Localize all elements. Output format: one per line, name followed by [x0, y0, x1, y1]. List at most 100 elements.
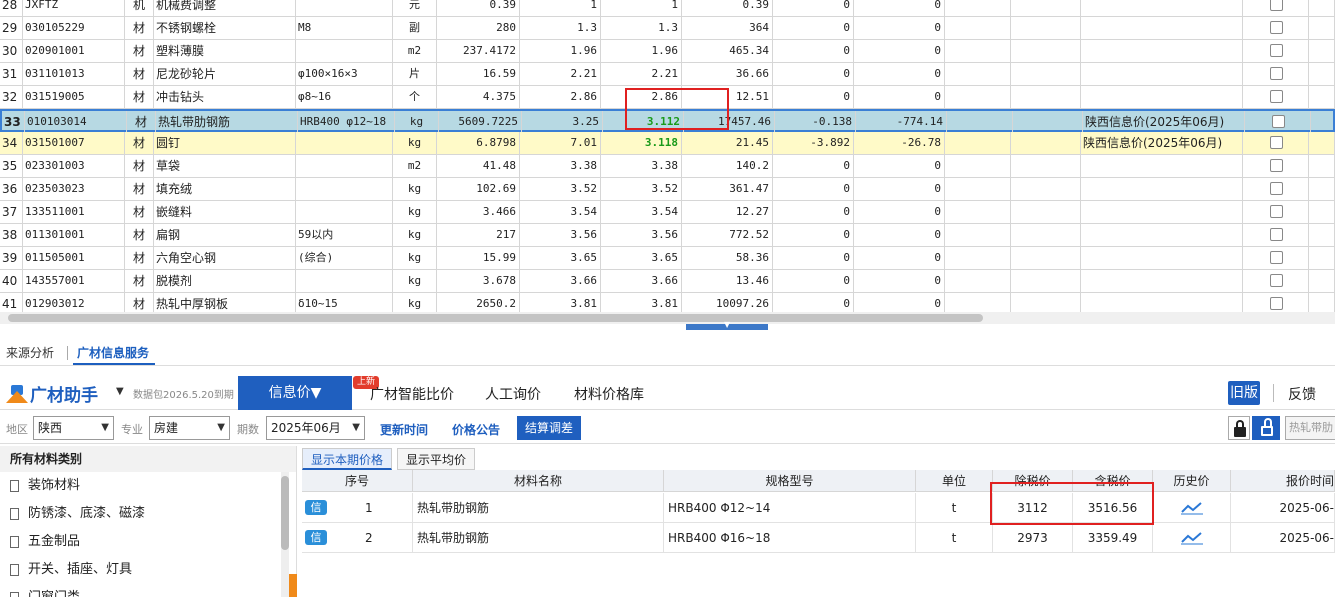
lock-icon[interactable] [1228, 416, 1250, 440]
trend-chart-icon[interactable] [1181, 531, 1203, 545]
grid-row[interactable]: 32 031519005 材冲击钻头 φ8~16 个 4.375 2.86 2.86 12.51… [0, 86, 1335, 109]
category-label: 装饰材料 [28, 478, 81, 493]
cell-note [1081, 40, 1243, 62]
grid-row[interactable]: 30 020901001 材塑料薄膜 m2 237.4172 1.96 1.96 465.34… [0, 40, 1335, 63]
grid-row[interactable]: 28 JXFTZ 机机械费调整元 0.39 1 1 0.39 0 0 [0, 0, 1335, 17]
cell-cls: 材 [125, 40, 154, 62]
grid-row[interactable]: 31 031101013 材尼龙砂轮片 φ100×16×3 片 16.59 2.21 2.21… [0, 63, 1335, 86]
category-item[interactable]: 五金制品 [0, 528, 296, 556]
cell-x1 [947, 111, 1013, 133]
cell-name: 热轧中厚钢板 [154, 293, 296, 312]
cell-no: 31 [0, 63, 23, 85]
cell-name: 塑料薄膜 [154, 40, 296, 62]
cell-p1: 7.01 [520, 132, 601, 154]
row-checkbox[interactable] [1270, 251, 1283, 264]
logo-text: 广材助手 [30, 385, 98, 406]
cell-cls: 材 [125, 132, 154, 154]
document-icon [10, 508, 19, 520]
row-checkbox[interactable] [1270, 21, 1283, 34]
grid-row[interactable]: 29 030105229 材不锈钢螺栓 M8 副 280 1.3 1.3 364 0 0 [0, 17, 1335, 40]
cell-code: JXFTZ [23, 0, 125, 16]
cell-p2: 1.3 [601, 17, 682, 39]
tab-source-analysis[interactable]: 来源分析 [6, 344, 54, 361]
row-checkbox[interactable] [1272, 115, 1285, 128]
row-checkbox[interactable] [1270, 44, 1283, 57]
filter-bar: 地区 陕西 ▼ 专业 房建 ▼ 期数 2025年06月 ▼ 更新时间 价格公告 结算调… [0, 412, 1335, 444]
category-scrollbar[interactable] [281, 472, 289, 597]
row-checkbox[interactable] [1270, 228, 1283, 241]
seq-number: 2 [365, 531, 373, 545]
row-checkbox[interactable] [1270, 182, 1283, 195]
cell-x4 [1309, 63, 1335, 85]
row-checkbox[interactable] [1270, 136, 1283, 149]
trend-chart-icon[interactable] [1181, 501, 1203, 515]
logo-dropdown-icon[interactable]: ▼ [116, 386, 124, 397]
scrollbar-thumb[interactable] [281, 476, 289, 550]
price-notice-button[interactable]: 价格公告 [452, 421, 500, 438]
category-item[interactable]: 装饰材料 [0, 472, 296, 500]
update-time-button[interactable]: 更新时间 [380, 421, 428, 438]
seq-number: 1 [365, 501, 373, 515]
grid-row[interactable]: 33 010103014 材热轧带肋钢筋 HRB400 φ12~18 kg 5609.72… [0, 109, 1335, 133]
cell-x1 [945, 293, 1011, 312]
period-select[interactable]: 2025年06月 ▼ [266, 416, 365, 440]
cell-no: 29 [0, 17, 23, 39]
cell-unit: m2 [393, 40, 437, 62]
grid-row[interactable]: 39 011505001 材六角空心钢 (综合) kg 15.99 3.65 3.65 58.3… [0, 247, 1335, 270]
cell-no: 38 [0, 224, 23, 246]
major-select[interactable]: 房建 ▼ [149, 416, 230, 440]
cell-p1: 3.81 [520, 293, 601, 312]
cell-d2: 0 [854, 270, 945, 292]
grid-row[interactable]: 34 031501007 材圆钉 kg 6.8798 7.01 3.118 21.45 -3.8… [0, 132, 1335, 155]
grid-row[interactable]: 37 133511001 材嵌缝料 kg 3.466 3.54 3.54 12.27 0 0 [0, 201, 1335, 224]
category-item[interactable]: 门窗门类 [0, 584, 296, 597]
menu-smart-compare[interactable]: 广材智能比价 [370, 384, 454, 404]
tab-average-price[interactable]: 显示平均价 [397, 448, 476, 470]
search-input[interactable]: 热轧带肋 [1285, 416, 1335, 440]
price-cell-history[interactable] [1153, 523, 1231, 553]
cell-amt: 12.27 [682, 201, 773, 223]
grid-row[interactable]: 36 023503023 材填充绒 kg 102.69 3.52 3.52 361.47 0 0 [0, 178, 1335, 201]
row-checkbox[interactable] [1270, 67, 1283, 80]
region-select[interactable]: 陕西 ▼ [33, 416, 114, 440]
cell-x2 [1011, 201, 1081, 223]
document-icon [10, 592, 19, 597]
menu-manual-inquiry[interactable]: 人工询价 [485, 384, 541, 404]
row-checkbox[interactable] [1270, 90, 1283, 103]
grid-row[interactable]: 41 012903012 材热轧中厚钢板 δ10~15 kg 2650.2 3.81 3.81… [0, 293, 1335, 312]
row-checkbox[interactable] [1270, 274, 1283, 287]
panel-splitter[interactable]: ▼ [686, 320, 768, 330]
settle-adjust-button[interactable]: 结算调差 [517, 416, 581, 440]
cell-unit: 片 [393, 63, 437, 85]
cell-qty: 102.69 [437, 178, 520, 200]
cell-x4 [1309, 293, 1335, 312]
grid-row[interactable]: 40 143557001 材脱模剂 kg 3.678 3.66 3.66 13.46 0 0 [0, 270, 1335, 293]
menu-info-price[interactable]: 信息价▼ [238, 376, 352, 410]
category-item[interactable]: 开关、插座、灯具 [0, 556, 296, 584]
cell-x4 [1311, 111, 1335, 133]
cell-p1: 1 [520, 0, 601, 16]
row-checkbox[interactable] [1270, 205, 1283, 218]
horizontal-scrollbar[interactable] [0, 312, 1335, 324]
old-version-button[interactable]: 旧版 [1228, 381, 1260, 405]
menu-price-library[interactable]: 材料价格库 [574, 384, 644, 404]
grid-row[interactable]: 38 011301001 材扁钢 59以内 kg 217 3.56 3.56 772.52 0 0 [0, 224, 1335, 247]
cell-x4 [1309, 86, 1335, 108]
tab-info-service[interactable]: 广材信息服务 [77, 344, 149, 361]
row-checkbox[interactable] [1270, 0, 1283, 11]
unlock-icon[interactable] [1252, 416, 1280, 440]
price-row[interactable]: 信 1 热轧带肋钢筋 HRB400 Φ12~14 t 3112 3516.56 2025-06… [302, 493, 1335, 523]
row-checkbox[interactable] [1270, 297, 1283, 310]
category-item[interactable]: 防锈漆、底漆、磁漆 [0, 500, 296, 528]
cell-amt: 10097.26 [682, 293, 773, 312]
category-label: 防锈漆、底漆、磁漆 [28, 506, 146, 521]
scrollbar-thumb[interactable] [8, 314, 983, 322]
row-checkbox[interactable] [1270, 159, 1283, 172]
price-row[interactable]: 信 2 热轧带肋钢筋 HRB400 Φ16~18 t 2973 3359.49 2025-06… [302, 523, 1335, 553]
price-cell-history[interactable] [1153, 493, 1231, 523]
cell-code: 023301003 [23, 155, 125, 177]
feedback-button[interactable]: 反馈 [1288, 384, 1316, 404]
grid-row[interactable]: 35 023301003 材草袋 m2 41.48 3.38 3.38 140.2 0 0 [0, 155, 1335, 178]
tab-current-price[interactable]: 显示本期价格 [302, 448, 393, 470]
cell-p1: 3.38 [520, 155, 601, 177]
